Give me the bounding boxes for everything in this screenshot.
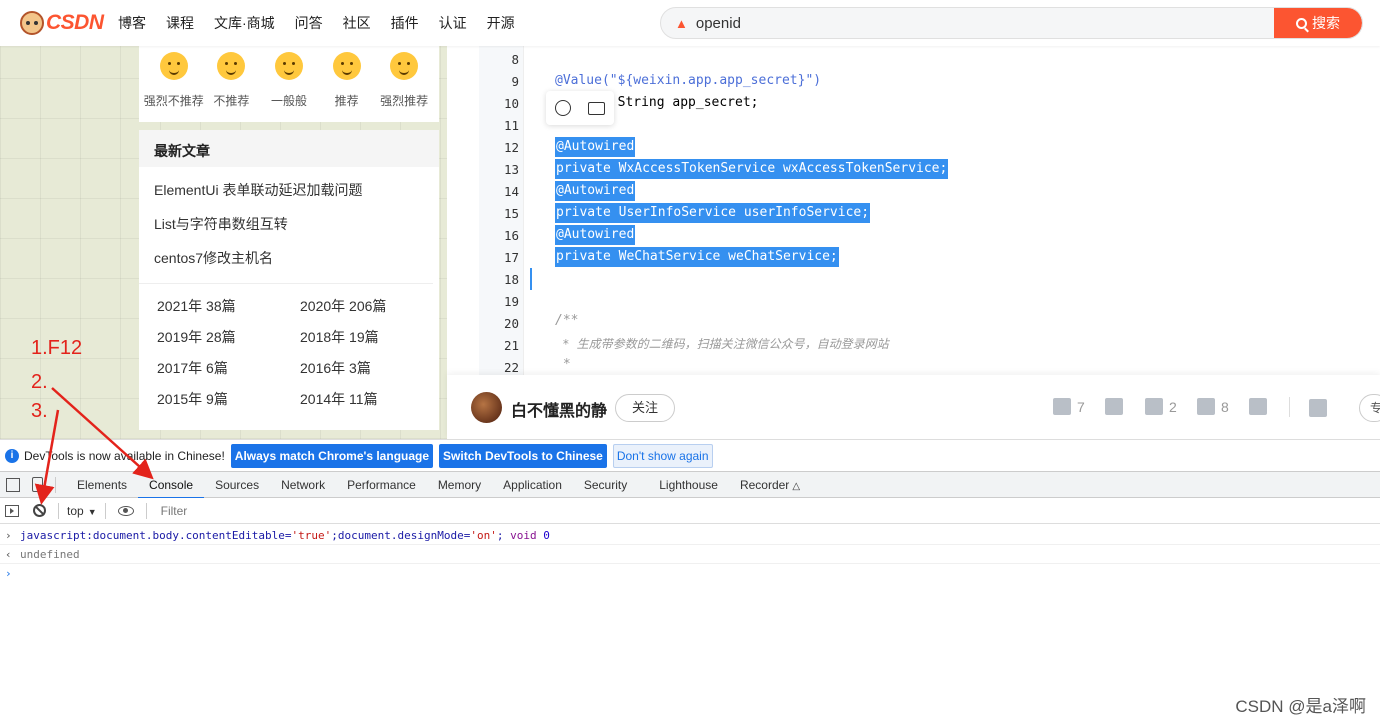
nav-item-course[interactable]: 课程: [166, 13, 194, 33]
annotation-arrows: [34, 387, 154, 505]
main-nav: 博客 课程 文库·商城 问答 社区 插件 认证 开源: [118, 13, 535, 33]
nav-item-plugin[interactable]: 插件: [391, 13, 419, 33]
arrow-to-clear-icon: [34, 409, 60, 505]
logo-text: CSDN: [46, 11, 104, 34]
nav-item-library[interactable]: 文库·商城: [214, 13, 275, 33]
monkey-logo-icon: [20, 11, 44, 35]
search-bar: ▲ openid 搜索: [660, 7, 1363, 39]
nav-item-blog[interactable]: 博客: [118, 13, 146, 33]
search-input[interactable]: openid: [696, 15, 1274, 32]
arrow-to-console-tab: [51, 387, 154, 480]
nav-item-cert[interactable]: 认证: [439, 13, 467, 33]
watermark: CSDN @是a泽啊: [1235, 697, 1366, 716]
top-nav: CSDN 博客 课程 文库·商城 问答 社区 插件 认证 开源 ▲ openid…: [0, 0, 1380, 46]
nav-item-opensource[interactable]: 开源: [487, 13, 515, 33]
csdn-logo[interactable]: CSDN: [20, 11, 106, 35]
nav-item-community[interactable]: 社区: [343, 13, 371, 33]
search-button-label: 搜索: [1312, 15, 1340, 31]
nav-item-qa[interactable]: 问答: [295, 13, 323, 33]
search-icon: [1296, 17, 1307, 29]
search-button[interactable]: 搜索: [1274, 8, 1362, 38]
hot-flame-icon: ▲: [675, 15, 688, 31]
